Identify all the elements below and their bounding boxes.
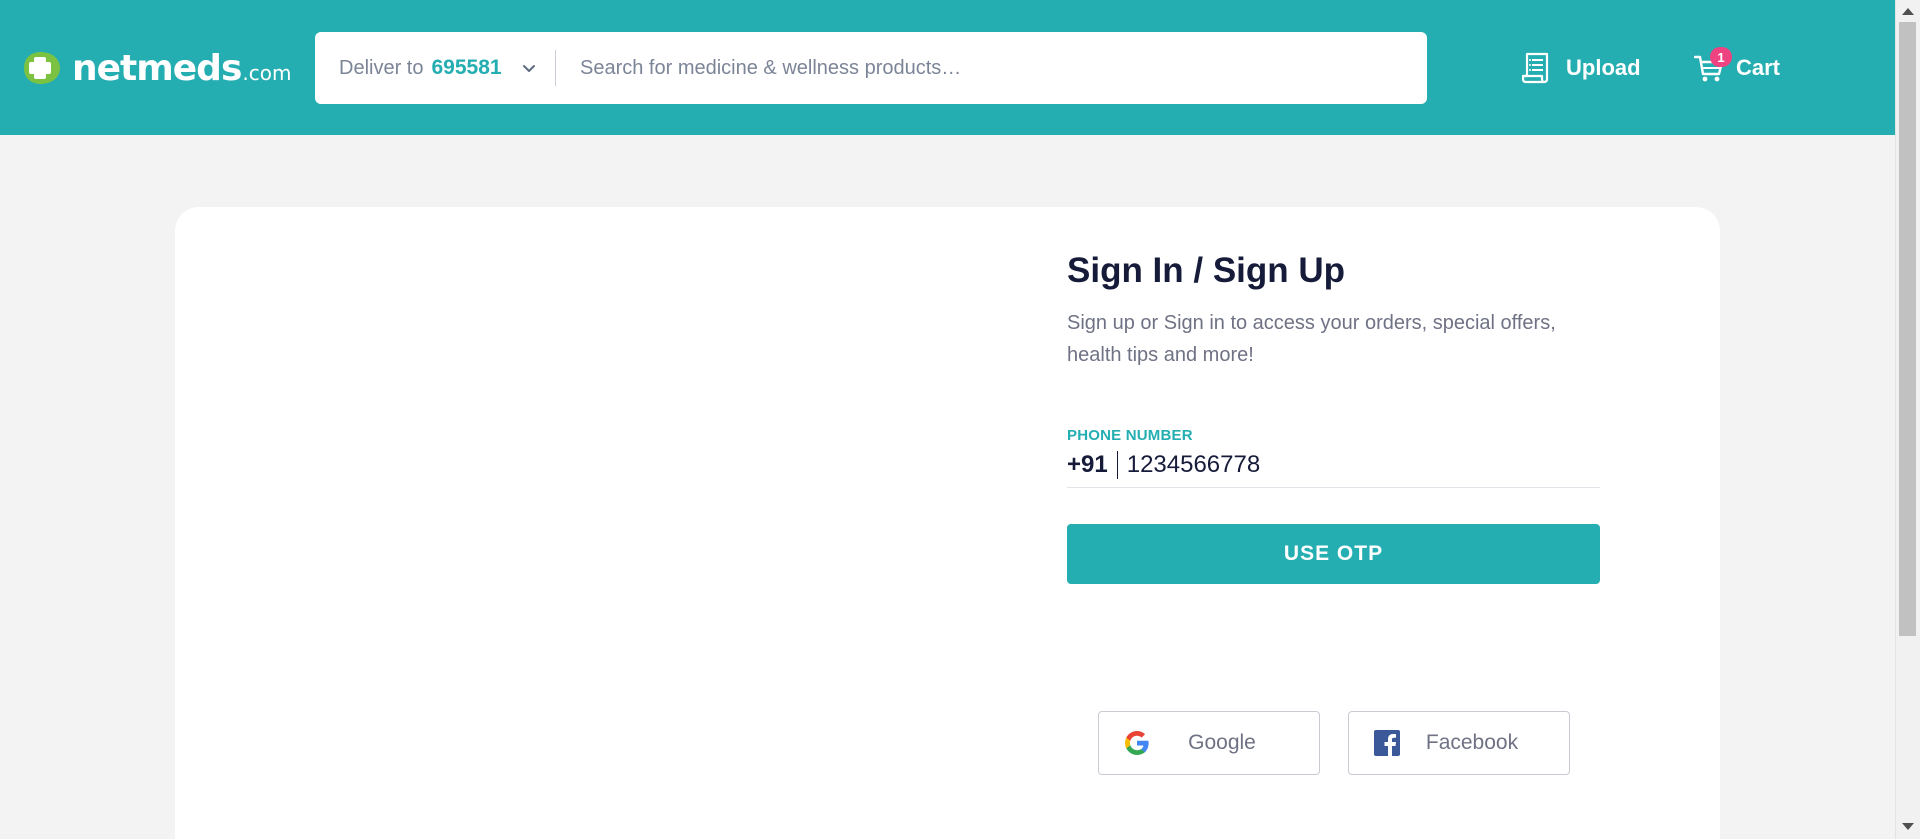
facebook-icon: [1374, 730, 1400, 756]
search-bar: Deliver to 695581: [315, 32, 1427, 104]
page-content: netmeds .com Deliver to 695581 Search fo…: [0, 0, 1895, 839]
search-input[interactable]: [556, 32, 1427, 104]
phone-number-input[interactable]: [1126, 446, 1600, 483]
phone-number-label: PHONE NUMBER: [1067, 427, 1193, 444]
deliver-label: Deliver to: [339, 56, 424, 79]
cart-label: Cart: [1736, 55, 1781, 80]
logo-brand-text: netmeds: [72, 47, 242, 89]
logo-suffix-text: .com: [242, 61, 292, 85]
login-subtitle: Sign up or Sign in to access your orders…: [1067, 312, 1556, 366]
google-login-button[interactable]: Google: [1098, 711, 1320, 775]
country-code-divider: [1116, 450, 1118, 479]
scroll-down-arrow-icon[interactable]: [1902, 823, 1914, 830]
prescription-icon: [1522, 52, 1549, 84]
upload-button[interactable]: Upload: [1522, 48, 1641, 88]
cart-button[interactable]: 1 Cart: [1693, 47, 1781, 88]
cart-icon-wrapper: 1: [1693, 47, 1732, 84]
vertical-scrollbar[interactable]: [1895, 0, 1920, 839]
scroll-up-arrow-icon[interactable]: [1902, 8, 1914, 15]
app-window: netmeds .com Deliver to 695581 Search fo…: [0, 0, 1920, 839]
country-code: +91: [1067, 450, 1108, 478]
use-otp-button[interactable]: USE OTP: [1067, 524, 1600, 584]
deliver-to-selector[interactable]: Deliver to 695581: [315, 32, 555, 104]
deliver-pincode: 695581: [431, 56, 502, 79]
plus-logo-icon: [24, 52, 60, 84]
chevron-down-icon: [522, 65, 535, 72]
facebook-login-button[interactable]: Facebook: [1348, 711, 1570, 775]
login-form: Sign In / Sign Up Sign up or Sign in to …: [1067, 245, 1600, 584]
phone-number-field: +91: [1067, 446, 1600, 488]
google-icon: [1125, 731, 1149, 755]
top-header: netmeds .com Deliver to 695581 Search fo…: [0, 0, 1895, 135]
google-login-label: Google: [1188, 731, 1256, 754]
scrollbar-thumb[interactable]: [1899, 22, 1916, 636]
cart-count-badge: 1: [1710, 47, 1732, 67]
netmeds-logo[interactable]: netmeds .com: [16, 47, 292, 89]
login-title: Sign In / Sign Up: [1067, 251, 1346, 290]
upload-label: Upload: [1566, 55, 1641, 80]
facebook-login-label: Facebook: [1425, 731, 1519, 754]
social-login-row: Google Facebook: [1098, 711, 1570, 775]
